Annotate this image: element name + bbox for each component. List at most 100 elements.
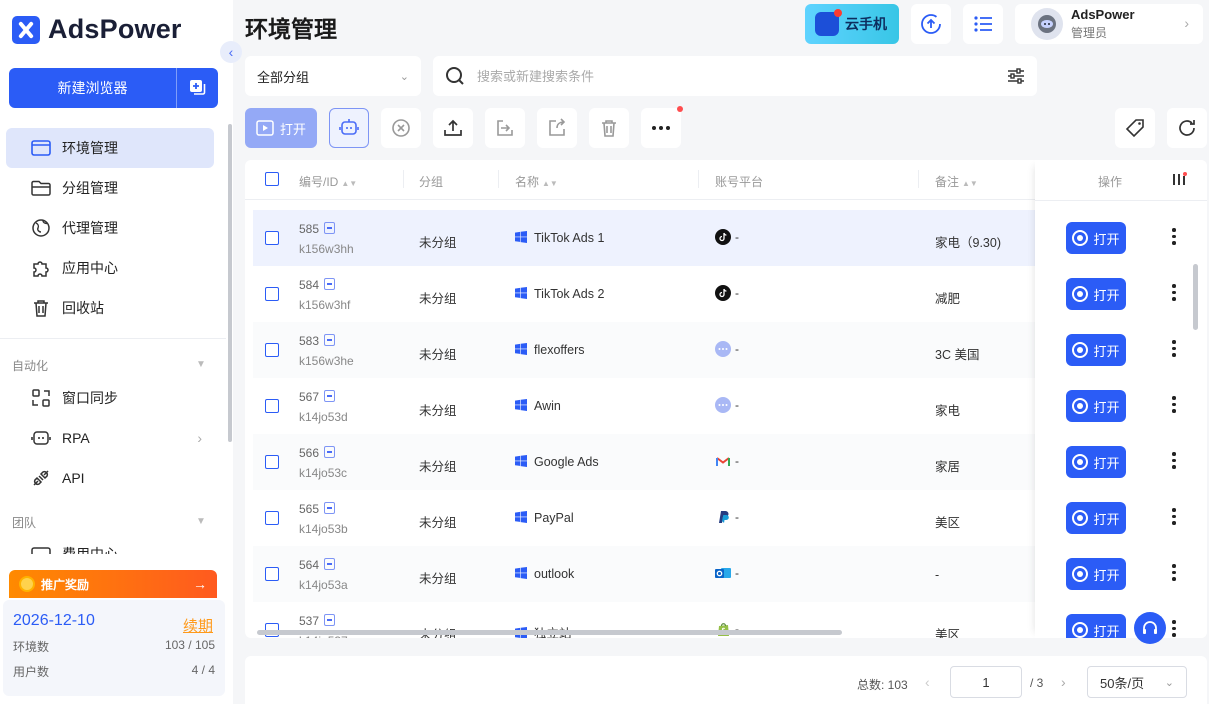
rpa-robot-button[interactable] xyxy=(329,108,369,148)
open-browser-button[interactable]: 打开 xyxy=(1066,446,1126,478)
folder-icon xyxy=(30,177,52,199)
tag-button[interactable] xyxy=(1115,108,1155,148)
row-more-button[interactable] xyxy=(1169,340,1179,360)
export-button[interactable] xyxy=(537,108,577,148)
total-count: 总数: 103 xyxy=(857,678,908,692)
next-page-button[interactable]: › xyxy=(1061,674,1066,690)
row-more-button[interactable] xyxy=(1169,508,1179,528)
filter-sliders-icon[interactable] xyxy=(1007,68,1025,84)
more-actions-button[interactable] xyxy=(641,106,683,148)
column-header-id[interactable]: 编号/ID ▲▼ xyxy=(299,173,357,190)
chrome-icon xyxy=(1072,566,1089,582)
open-browser-button[interactable]: 打开 xyxy=(1066,502,1126,534)
env-note: 减肥 xyxy=(935,292,961,306)
list-tag-icon[interactable] xyxy=(324,558,336,570)
sidebar-item-app-center[interactable]: 应用中心 xyxy=(6,248,214,288)
list-tag-icon[interactable] xyxy=(324,390,336,402)
robot-icon xyxy=(30,427,52,449)
env-name: flexoffers xyxy=(515,343,585,357)
row-checkbox[interactable] xyxy=(265,399,279,413)
trash-icon xyxy=(602,120,616,137)
close-browser-button[interactable] xyxy=(381,108,421,148)
row-more-button[interactable] xyxy=(1169,452,1179,472)
sidebar-item-environment[interactable]: 环境管理 xyxy=(6,128,214,168)
customer-support-button[interactable] xyxy=(1134,612,1166,644)
row-checkbox[interactable] xyxy=(265,567,279,581)
list-tag-icon[interactable] xyxy=(324,334,336,346)
sidebar-item-billing[interactable]: 费用中心 xyxy=(6,534,214,554)
user-name: AdsPower xyxy=(1071,7,1135,22)
team-collapse-caret-icon[interactable]: ▼ xyxy=(196,516,206,527)
list-tag-icon[interactable] xyxy=(324,614,336,626)
delete-button[interactable] xyxy=(589,108,629,148)
list-tag-icon[interactable] xyxy=(324,446,336,458)
row-checkbox[interactable] xyxy=(265,287,279,301)
task-list-button[interactable] xyxy=(963,4,1003,44)
upload-button[interactable] xyxy=(433,108,473,148)
env-id: k156w3hh xyxy=(299,242,354,256)
sidebar-item-trash[interactable]: 回收站 xyxy=(6,288,214,328)
row-checkbox[interactable] xyxy=(265,343,279,357)
sidebar-collapse-button[interactable]: ‹ xyxy=(220,41,242,63)
list-tag-icon[interactable] xyxy=(324,502,336,514)
import-button[interactable] xyxy=(485,108,525,148)
page-size-select[interactable]: 50条/页 ⌄ xyxy=(1087,666,1187,698)
user-menu[interactable]: AdsPower 管理员 › xyxy=(1015,4,1203,44)
billing-icon xyxy=(30,544,52,554)
open-browser-button[interactable]: 打开 xyxy=(1066,558,1126,590)
table-horizontal-scrollbar[interactable] xyxy=(257,630,842,635)
batch-open-button[interactable]: 打开 xyxy=(245,108,317,148)
refresh-button[interactable] xyxy=(1167,108,1207,148)
new-browser-button[interactable]: 新建浏览器 xyxy=(9,68,176,108)
open-browser-button[interactable]: 打开 xyxy=(1066,334,1126,366)
column-header-note[interactable]: 备注 ▲▼ xyxy=(935,173,978,190)
env-id: k14jo53d xyxy=(299,410,348,424)
brand-logo[interactable]: AdsPower xyxy=(12,14,182,45)
chrome-icon xyxy=(1072,622,1089,638)
group-select[interactable]: 全部分组 ⌄ xyxy=(245,56,421,96)
search-input[interactable] xyxy=(477,68,1007,84)
env-id: k156w3hf xyxy=(299,298,351,312)
list-tag-icon[interactable] xyxy=(324,222,336,234)
page-number-input[interactable] xyxy=(950,666,1022,698)
env-name: Awin xyxy=(515,399,561,413)
select-all-checkbox[interactable] xyxy=(265,172,279,186)
sidebar-item-rpa[interactable]: RPA › xyxy=(6,418,214,458)
referral-reward-banner[interactable]: 推广奖励 → xyxy=(9,570,217,598)
sidebar-item-groups[interactable]: 分组管理 xyxy=(6,168,214,208)
team-section-label: 团队 xyxy=(12,516,37,530)
batch-add-button[interactable] xyxy=(177,68,218,108)
upload-sync-button[interactable] xyxy=(911,4,951,44)
row-more-button[interactable] xyxy=(1169,620,1179,638)
headset-icon xyxy=(1143,621,1157,634)
row-checkbox[interactable] xyxy=(265,455,279,469)
cloud-phone-button[interactable]: 云手机 xyxy=(805,4,899,44)
column-settings-icon[interactable] xyxy=(1171,172,1187,186)
referral-reward-label: 推广奖励 xyxy=(41,577,90,592)
sidebar-item-api[interactable]: API xyxy=(6,458,214,498)
row-more-button[interactable] xyxy=(1169,396,1179,416)
open-browser-button[interactable]: 打开 xyxy=(1066,390,1126,422)
sidebar-divider xyxy=(0,338,226,339)
column-header-name[interactable]: 名称 ▲▼ xyxy=(515,173,558,190)
list-icon xyxy=(974,16,992,32)
row-checkbox[interactable] xyxy=(265,231,279,245)
open-browser-button[interactable]: 打开 xyxy=(1066,614,1126,638)
open-browser-button[interactable]: 打开 xyxy=(1066,278,1126,310)
row-checkbox[interactable] xyxy=(265,511,279,525)
sidebar-scrollbar[interactable] xyxy=(228,124,232,442)
open-browser-button[interactable]: 打开 xyxy=(1066,222,1126,254)
automation-collapse-caret-icon[interactable]: ▼ xyxy=(196,359,206,370)
sort-icon: ▲▼ xyxy=(962,179,978,188)
row-more-button[interactable] xyxy=(1169,284,1179,304)
sidebar-item-proxy[interactable]: 代理管理 xyxy=(6,208,214,248)
row-more-button[interactable] xyxy=(1169,564,1179,584)
list-tag-icon[interactable] xyxy=(324,278,336,290)
sidebar-item-window-sync[interactable]: 窗口同步 xyxy=(6,378,214,418)
play-window-icon xyxy=(256,120,274,136)
previous-page-button[interactable]: ‹ xyxy=(925,674,930,690)
renew-link[interactable]: 续期 xyxy=(183,615,213,636)
brand-name: AdsPower xyxy=(48,14,182,44)
table-vertical-scrollbar[interactable] xyxy=(1193,264,1198,330)
row-more-button[interactable] xyxy=(1169,228,1179,248)
